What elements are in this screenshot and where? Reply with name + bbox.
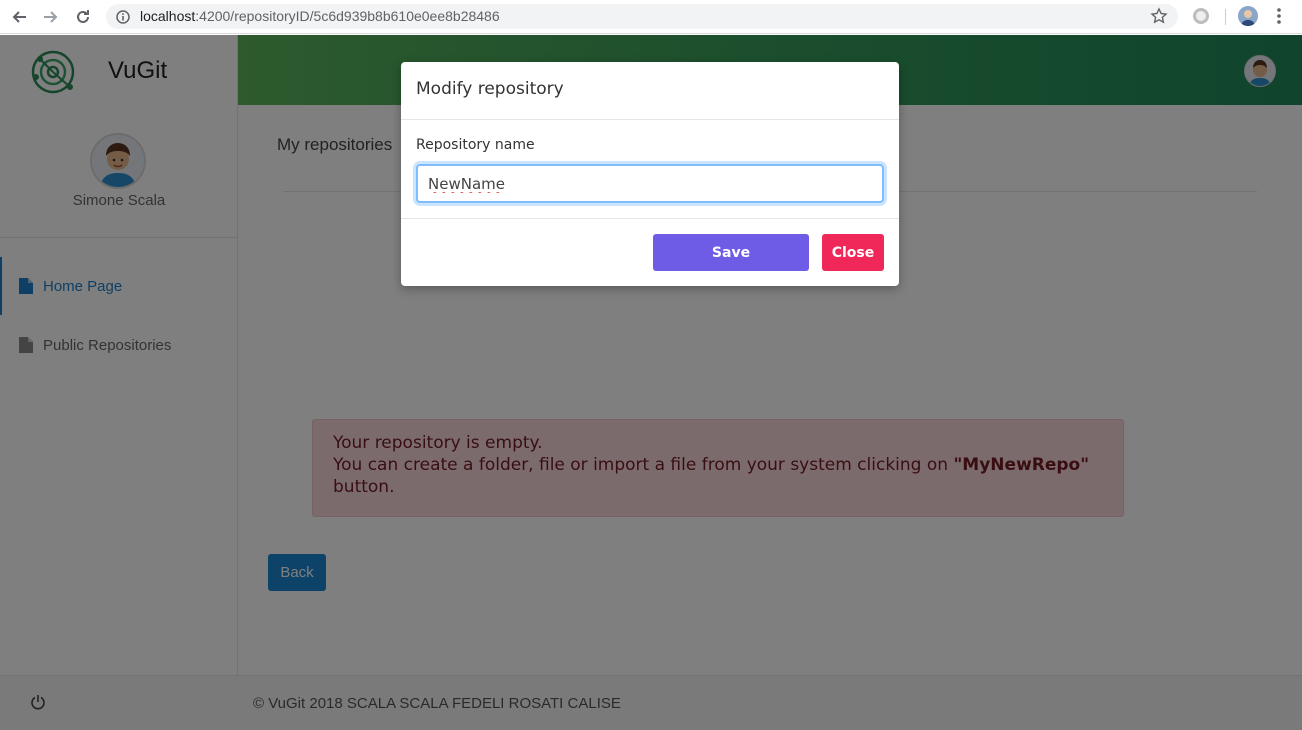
- url-path: :4200/repositoryID/5c6d939b8b610e0ee8b28…: [195, 8, 500, 24]
- extension-icon[interactable]: [1193, 8, 1209, 24]
- address-bar[interactable]: localhost:4200/repositoryID/5c6d939b8b61…: [106, 4, 1178, 29]
- forward-arrow-icon[interactable]: [40, 7, 62, 27]
- save-button[interactable]: Save: [653, 234, 809, 271]
- url-host: localhost: [140, 8, 196, 24]
- modal-header: Modify repository: [401, 62, 899, 120]
- reload-icon[interactable]: [72, 7, 94, 27]
- repository-name-input[interactable]: [416, 164, 884, 203]
- repository-name-label: Repository name: [416, 137, 535, 153]
- star-icon[interactable]: [1150, 7, 1168, 29]
- toolbar-divider: [1225, 9, 1226, 25]
- url-text: localhost:4200/repositoryID/5c6d939b8b61…: [140, 8, 500, 24]
- browser-toolbar: localhost:4200/repositoryID/5c6d939b8b61…: [0, 0, 1302, 34]
- modal-title: Modify repository: [416, 79, 564, 99]
- back-arrow-icon[interactable]: [8, 7, 30, 27]
- modify-repository-modal: Modify repository Repository name Save C…: [401, 62, 899, 286]
- info-icon[interactable]: [116, 9, 130, 28]
- profile-icon[interactable]: [1238, 6, 1258, 26]
- close-button[interactable]: Close: [822, 234, 884, 271]
- menu-kebab-icon[interactable]: [1276, 7, 1282, 29]
- modal-footer-divider: [401, 218, 899, 219]
